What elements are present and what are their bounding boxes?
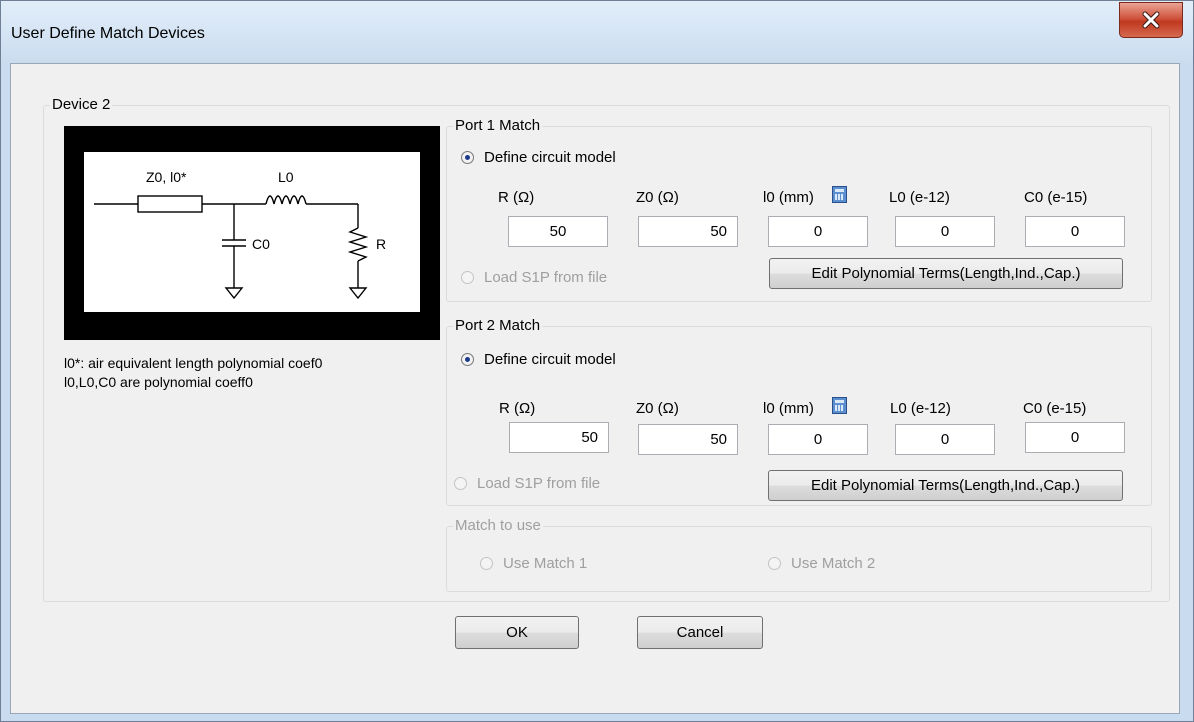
radio-unselected-icon	[768, 557, 781, 570]
port1-c0-input[interactable]: 0	[1025, 216, 1125, 247]
port2-l0mm-label: l0 (mm)	[763, 400, 814, 417]
port1-l0-label: L0 (e-12)	[889, 189, 950, 206]
port1-z0-label: Z0 (Ω)	[636, 189, 679, 206]
port1-define-radio[interactable]: Define circuit model	[461, 149, 616, 166]
port1-l0mm-input[interactable]: 0	[768, 216, 868, 247]
close-button[interactable]	[1119, 2, 1183, 38]
cancel-button[interactable]: Cancel	[637, 616, 763, 649]
dialog-body: Device 2 Z0, l0* L0 C0 R l0*: air equiva…	[10, 63, 1180, 714]
port1-z0-input[interactable]: 50	[638, 216, 738, 247]
device-group-label: Device 2	[50, 96, 113, 113]
port2-l0-input[interactable]: 0	[895, 424, 995, 455]
circuit-diagram: Z0, l0* L0 C0 R	[64, 126, 440, 340]
radio-unselected-icon	[461, 271, 474, 284]
port2-load-label: Load S1P from file	[477, 475, 601, 492]
port2-r-label: R (Ω)	[499, 400, 536, 417]
close-icon	[1142, 11, 1160, 29]
note-line-1: l0*: air equivalent length polynomial co…	[64, 355, 323, 371]
port2-define-label: Define circuit model	[484, 351, 616, 368]
port1-load-label: Load S1P from file	[484, 269, 608, 286]
calculator-icon[interactable]	[832, 186, 847, 203]
title-bar[interactable]: User Define Match Devices	[1, 1, 1193, 63]
radio-unselected-icon	[480, 557, 493, 570]
port2-define-radio[interactable]: Define circuit model	[461, 351, 616, 368]
note-line-2: l0,L0,C0 are polynomial coeff0	[64, 374, 253, 390]
port2-c0-input[interactable]: 0	[1025, 422, 1125, 453]
use-match-1-label: Use Match 1	[503, 555, 588, 572]
diagram-r-label: R	[376, 236, 386, 252]
port2-edit-polynomial-button[interactable]: Edit Polynomial Terms(Length,Ind.,Cap.)	[768, 470, 1123, 501]
port2-l0mm-input[interactable]: 0	[768, 424, 868, 455]
radio-unselected-icon	[454, 477, 467, 490]
port2-l0-label: L0 (e-12)	[890, 400, 951, 417]
radio-selected-icon	[461, 151, 474, 164]
port1-r-input[interactable]: 50	[508, 216, 608, 247]
diagram-l0-label: L0	[278, 169, 294, 185]
port1-define-label: Define circuit model	[484, 149, 616, 166]
port1-l0-input[interactable]: 0	[895, 216, 995, 247]
dialog-window: User Define Match Devices Device 2 Z0, l…	[0, 0, 1194, 722]
port1-r-label: R (Ω)	[498, 189, 535, 206]
port2-r-input[interactable]: 50	[509, 422, 609, 453]
port2-load-radio[interactable]: Load S1P from file	[454, 475, 600, 492]
radio-selected-icon	[461, 353, 474, 366]
use-match-2-radio[interactable]: Use Match 2	[768, 555, 875, 572]
port2-group-label: Port 2 Match	[453, 317, 543, 334]
calculator-icon[interactable]	[832, 397, 847, 414]
port1-load-radio[interactable]: Load S1P from file	[461, 269, 607, 286]
use-match-2-label: Use Match 2	[791, 555, 876, 572]
match-to-use-label: Match to use	[453, 517, 543, 534]
port1-edit-polynomial-button[interactable]: Edit Polynomial Terms(Length,Ind.,Cap.)	[769, 258, 1123, 289]
diagram-c0-label: C0	[252, 236, 270, 252]
port1-c0-label: C0 (e-15)	[1024, 189, 1088, 206]
port2-c0-label: C0 (e-15)	[1023, 400, 1087, 417]
port1-l0mm-label: l0 (mm)	[763, 189, 814, 206]
ok-button[interactable]: OK	[455, 616, 579, 649]
diagram-z0-label: Z0, l0*	[146, 169, 187, 185]
window-title: User Define Match Devices	[11, 25, 205, 42]
port2-z0-label: Z0 (Ω)	[636, 400, 679, 417]
port2-z0-input[interactable]: 50	[638, 424, 738, 455]
use-match-1-radio[interactable]: Use Match 1	[480, 555, 587, 572]
port1-group-label: Port 1 Match	[453, 117, 543, 134]
